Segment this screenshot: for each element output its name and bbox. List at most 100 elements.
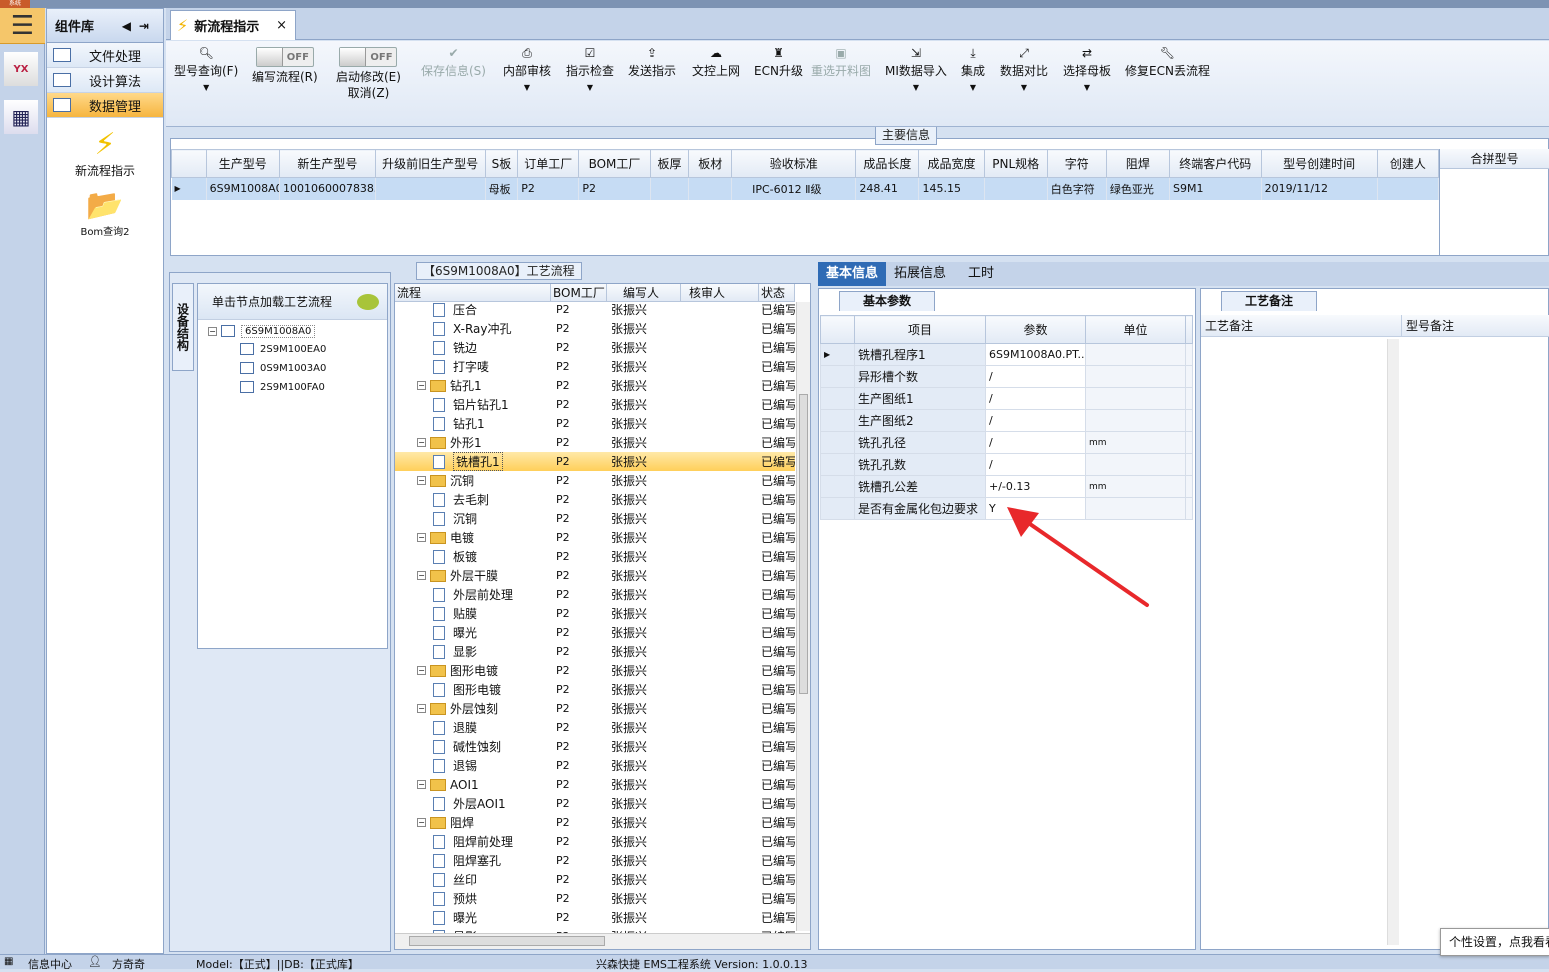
app-logo-icon[interactable]: YX: [4, 52, 38, 86]
personal-settings-tooltip[interactable]: 个性设置，点我看看: [1440, 928, 1549, 956]
flow-name-cell[interactable]: 铝片钻孔1: [395, 396, 551, 413]
writer-cell[interactable]: 张振兴: [607, 776, 681, 793]
bom-factory-cell[interactable]: P2: [551, 892, 607, 905]
sidebar-item-bom-query[interactable]: 📂 Bom查询2: [47, 189, 163, 239]
flow-row[interactable]: 钻孔1 P2 张振兴 已编写: [395, 414, 795, 433]
flow-name-cell[interactable]: 钻孔1: [395, 415, 551, 432]
column-header[interactable]: 核审人: [681, 284, 759, 301]
param-row[interactable]: 铣槽孔公差 +/-0.13 mm: [820, 475, 1193, 498]
column-header[interactable]: 升级前旧生产型号: [374, 149, 486, 178]
flow-name-cell[interactable]: − 阻焊: [395, 814, 551, 831]
param-unit-cell[interactable]: mm: [1085, 475, 1186, 498]
bom-factory-cell[interactable]: P2: [551, 911, 607, 924]
cell[interactable]: 248.41: [855, 177, 920, 200]
param-value-cell[interactable]: +/-0.13: [985, 475, 1086, 498]
writer-cell[interactable]: 张振兴: [607, 377, 681, 394]
param-name-cell[interactable]: 铣孔孔径: [854, 431, 986, 454]
writer-cell[interactable]: 张振兴: [607, 320, 681, 337]
column-header[interactable]: 字符: [1046, 149, 1107, 178]
writer-cell[interactable]: 张振兴: [607, 871, 681, 888]
param-row[interactable]: 铣孔孔径 / mm: [820, 431, 1193, 454]
tab-extended-info[interactable]: 拓展信息: [886, 262, 954, 286]
cell[interactable]: [688, 177, 733, 200]
flow-name-cell[interactable]: − 沉铜: [395, 472, 551, 489]
flow-name-cell[interactable]: 退膜: [395, 719, 551, 736]
param-row[interactable]: 生产图纸2/: [820, 409, 1193, 432]
flow-row[interactable]: 曝光 P2 张振兴 已编写: [395, 908, 795, 927]
writer-cell[interactable]: 张振兴: [607, 833, 681, 850]
row-header[interactable]: ▶: [820, 343, 855, 366]
hamburger-menu-icon[interactable]: ☰: [0, 8, 45, 44]
writer-cell[interactable]: 张振兴: [607, 605, 681, 622]
status-cell[interactable]: 已编写: [759, 548, 795, 565]
status-cell[interactable]: 已编写: [759, 681, 795, 698]
instruction-check-button[interactable]: ☑ 指示检查 ▼: [566, 41, 614, 121]
internal-review-button[interactable]: ⎙ 内部审核 ▼: [503, 41, 551, 121]
flow-name-cell[interactable]: − 钻孔1: [395, 377, 551, 394]
column-header[interactable]: 成品宽度: [918, 149, 985, 178]
writer-cell[interactable]: 张振兴: [607, 358, 681, 375]
status-cell[interactable]: 已编写: [759, 624, 795, 641]
status-cell[interactable]: 已编写: [759, 434, 795, 451]
bom-factory-cell[interactable]: P2: [551, 569, 607, 582]
flow-name-cell[interactable]: 铣槽孔1: [395, 452, 551, 471]
horizontal-scrollbar[interactable]: [395, 933, 810, 949]
status-cell[interactable]: 已编写: [759, 833, 795, 850]
flow-row[interactable]: 碱性蚀刻 P2 张振兴 已编写: [395, 737, 795, 756]
column-header[interactable]: BOM工厂: [551, 284, 607, 301]
flow-row[interactable]: − 电镀 P2 张振兴 已编写: [395, 528, 795, 547]
flow-row[interactable]: 曝光 P2 张振兴 已编写: [395, 623, 795, 642]
flow-row[interactable]: 图形电镀 P2 张振兴 已编写: [395, 680, 795, 699]
bom-factory-cell[interactable]: P2: [551, 854, 607, 867]
status-cell[interactable]: 已编写: [759, 453, 795, 470]
bom-factory-cell[interactable]: P2: [551, 322, 607, 335]
flow-row[interactable]: 外层AOI1 P2 张振兴 已编写: [395, 794, 795, 813]
writer-cell[interactable]: 张振兴: [607, 681, 681, 698]
bom-factory-cell[interactable]: P2: [551, 873, 607, 886]
tree-root-node[interactable]: − 6S9M1008A0: [208, 322, 316, 340]
column-header[interactable]: 创建人: [1376, 149, 1440, 178]
bom-factory-cell[interactable]: P2: [551, 512, 607, 525]
collapse-icon[interactable]: −: [417, 780, 426, 789]
bom-factory-cell[interactable]: P2: [551, 550, 607, 563]
collapse-icon[interactable]: −: [417, 533, 426, 542]
status-cell[interactable]: 已编写: [759, 738, 795, 755]
param-name-cell[interactable]: 铣孔孔数: [854, 453, 986, 476]
bom-factory-cell[interactable]: P2: [551, 626, 607, 639]
cell[interactable]: 白色字符: [1047, 177, 1107, 200]
status-cell[interactable]: 已编写: [759, 415, 795, 432]
param-value-cell[interactable]: 6S9M1008A0.PT...: [985, 343, 1086, 366]
flow-name-cell[interactable]: 曝光: [395, 624, 551, 641]
reselect-cutting-button[interactable]: ▣ 重选开料图: [811, 41, 871, 121]
tree-node[interactable]: 2S9M100EA0: [240, 340, 326, 358]
bom-factory-cell[interactable]: P2: [551, 835, 607, 848]
param-name-cell[interactable]: 铣槽孔程序1: [854, 343, 986, 366]
process-remark-header[interactable]: 工艺备注: [1201, 315, 1401, 337]
bom-factory-cell[interactable]: P2: [551, 645, 607, 658]
cell[interactable]: 145.15: [918, 177, 985, 200]
column-header[interactable]: BOM工厂: [578, 149, 651, 178]
bom-factory-cell[interactable]: P2: [551, 436, 607, 449]
bom-factory-cell[interactable]: P2: [551, 740, 607, 753]
ecn-upgrade-button[interactable]: ♜ ECN升级: [754, 41, 803, 121]
bom-factory-cell[interactable]: P2: [551, 759, 607, 772]
mi-import-button[interactable]: ⇲ MI数据导入 ▼: [885, 41, 947, 121]
writer-cell[interactable]: 张振兴: [607, 643, 681, 660]
writer-cell[interactable]: 张振兴: [607, 548, 681, 565]
flow-row[interactable]: 去毛刺 P2 张振兴 已编写: [395, 490, 795, 509]
flow-name-cell[interactable]: 阻焊塞孔: [395, 852, 551, 869]
flow-name-cell[interactable]: 外层前处理: [395, 586, 551, 603]
cell[interactable]: IPC-6012 Ⅱ级: [731, 177, 857, 200]
bom-factory-cell[interactable]: P2: [551, 341, 607, 354]
tab-basic-info[interactable]: 基本信息: [818, 262, 887, 286]
param-unit-cell[interactable]: mm: [1085, 431, 1186, 454]
column-header[interactable]: 状态: [759, 284, 795, 301]
tab-device-structure[interactable]: 设备结构: [172, 283, 194, 371]
writer-cell[interactable]: 张振兴: [607, 301, 681, 318]
bom-factory-cell[interactable]: P2: [551, 607, 607, 620]
cell[interactable]: [1377, 177, 1440, 200]
column-header[interactable]: 成品长度: [855, 149, 920, 178]
flow-row[interactable]: − 外层干膜 P2 张振兴 已编写: [395, 566, 795, 585]
column-header[interactable]: 编写人: [607, 284, 681, 301]
status-cell[interactable]: 已编写: [759, 510, 795, 527]
